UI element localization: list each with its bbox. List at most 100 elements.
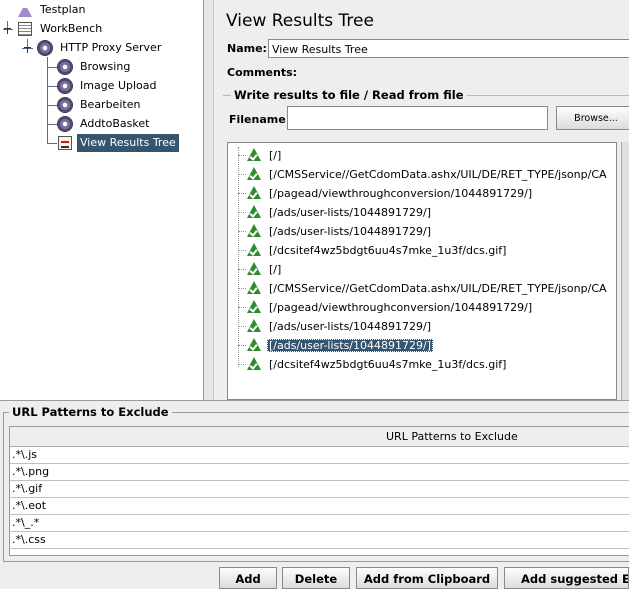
result-item[interactable]: [/] — [247, 146, 283, 164]
success-icon — [247, 262, 261, 276]
result-item[interactable]: [/pagead/viewthroughconversion/104489172… — [247, 184, 534, 202]
add-button[interactable]: Add — [219, 567, 277, 589]
tree-item-label: Image Upload — [80, 79, 157, 92]
expand-handle-icon[interactable] — [4, 25, 11, 34]
table-row[interactable]: .*\.gif — [10, 481, 629, 498]
tree-connector — [47, 86, 57, 87]
page-title: View Results Tree — [226, 11, 374, 31]
filename-field[interactable] — [287, 106, 548, 130]
gear-icon — [58, 79, 72, 93]
result-item[interactable]: [/dcsitef4wz5bdgt6uu4s7mke_1u3f/dcs.gif] — [247, 241, 508, 259]
result-item[interactable]: [/pagead/viewthroughconversion/104489172… — [247, 298, 534, 316]
browse-button[interactable]: Browse... — [556, 106, 629, 130]
success-icon — [247, 167, 261, 181]
success-icon — [247, 338, 261, 352]
tree-connector — [238, 147, 240, 367]
tree-connector — [47, 105, 57, 106]
table-row[interactable]: .*\.js — [10, 447, 629, 464]
expand-handle-icon[interactable] — [24, 44, 31, 53]
gear-icon — [38, 41, 52, 55]
tree-connector — [238, 212, 246, 214]
tree-connector — [238, 307, 246, 309]
gear-icon — [58, 117, 72, 131]
gear-icon — [58, 60, 72, 74]
table-row[interactable]: .*\.css — [10, 532, 629, 549]
exclude-group-title: URL Patterns to Exclude — [9, 405, 172, 419]
tree-item-label: Testplan — [40, 3, 86, 16]
tree-connector — [238, 326, 246, 328]
success-icon — [247, 205, 261, 219]
result-item[interactable]: [/ads/user-lists/1044891729/] — [247, 336, 433, 354]
result-item[interactable]: [/ads/user-lists/1044891729/] — [247, 203, 433, 221]
tree-item-label: View Results Tree — [77, 134, 179, 152]
tree-connector — [238, 193, 246, 195]
name-field[interactable]: View Results Tree — [268, 39, 629, 58]
result-label: [/pagead/viewthroughconversion/104489172… — [269, 300, 533, 314]
tree-connector — [238, 269, 246, 271]
tree-connector — [238, 250, 246, 252]
result-item[interactable]: [/dcsitef4wz5bdgt6uu4s7mke_1u3f/dcs.gif] — [247, 355, 508, 373]
result-item[interactable]: [/] — [247, 260, 283, 278]
exclude-table: URL Patterns to Exclude .*\.js .*\.png .*\… — [9, 426, 629, 556]
add-from-clipboard-button[interactable]: Add from Clipboard — [356, 567, 498, 589]
filename-label: Filename — [229, 113, 286, 126]
exclude-group: URL Patterns to Exclude URL Patterns to … — [3, 405, 629, 562]
delete-button[interactable]: Delete — [282, 567, 350, 589]
result-item[interactable]: [/ads/user-lists/1044891729/] — [247, 317, 433, 335]
result-label: [/dcsitef4wz5bdgt6uu4s7mke_1u3f/dcs.gif] — [269, 357, 507, 371]
comments-label: Comments: — [227, 66, 298, 79]
splitter-handle[interactable] — [204, 0, 214, 400]
table-row[interactable]: .*\_.* — [10, 515, 629, 532]
result-item[interactable]: [/CMSService//GetCdomData.ashx/UIL/DE/RE… — [247, 279, 609, 297]
tree-connector — [47, 67, 57, 68]
result-item[interactable]: [/ads/user-lists/1044891729/] — [247, 222, 433, 240]
result-item[interactable]: [/CMSService//GetCdomData.ashx/UIL/DE/RE… — [247, 165, 609, 183]
scrollbar[interactable] — [621, 142, 629, 400]
tree-item-label: AddtoBasket — [80, 117, 150, 130]
result-label: [/ads/user-lists/1044891729/] — [269, 319, 431, 333]
tree-item-addtobasket[interactable]: AddtoBasket — [58, 115, 152, 133]
tree-item-bearbeiten[interactable]: Bearbeiten — [58, 96, 143, 114]
view-results-icon — [58, 136, 72, 150]
tree-item-label: HTTP Proxy Server — [60, 41, 162, 54]
success-icon — [247, 357, 261, 371]
file-group: Write results to file / Read from file F… — [223, 88, 629, 136]
flask-icon — [18, 3, 32, 17]
tree-connector — [238, 231, 246, 233]
tree-connector — [238, 288, 246, 290]
tree-connector — [238, 364, 246, 366]
result-label: [/pagead/viewthroughconversion/104489172… — [269, 186, 533, 200]
tree-item-label: WorkBench — [40, 22, 103, 35]
tree-item-testplan[interactable]: Testplan — [18, 1, 88, 19]
table-body: .*\.js .*\.png .*\.gif .*\.eot .*\_.* .*\.css — [10, 447, 629, 549]
tree-item-browsing[interactable]: Browsing — [58, 58, 133, 76]
results-tree: [/] [/CMSService//GetCdomData.ashx/UIL/DE… — [227, 142, 617, 400]
tree-item-http-proxy-server[interactable]: HTTP Proxy Server — [38, 39, 164, 57]
exclude-section: URL Patterns to Exclude URL Patterns to … — [0, 400, 629, 584]
success-icon — [247, 224, 261, 238]
success-icon — [247, 148, 261, 162]
tree-item-label: Browsing — [80, 60, 131, 73]
name-label: Name: — [227, 42, 267, 55]
success-icon — [247, 243, 261, 257]
tree-connector — [47, 143, 57, 144]
table-row[interactable]: .*\.png — [10, 464, 629, 481]
file-group-title: Write results to file / Read from file — [231, 88, 467, 102]
view-results-tree-panel: View Results Tree Name: View Results Tre… — [214, 0, 629, 400]
tree-item-view-results-tree[interactable]: View Results Tree — [58, 134, 179, 152]
workbench-icon — [18, 22, 32, 36]
tree-item-image-upload[interactable]: Image Upload — [58, 77, 160, 95]
success-icon — [247, 300, 261, 314]
add-suggested-excludes-button[interactable]: Add suggested Exc — [504, 567, 629, 589]
table-row[interactable]: .*\.eot — [10, 498, 629, 515]
tree-connector — [238, 345, 246, 347]
tree-connector — [238, 155, 246, 157]
success-icon — [247, 319, 261, 333]
tree-item-label: Bearbeiten — [80, 98, 141, 111]
result-label: [/dcsitef4wz5bdgt6uu4s7mke_1u3f/dcs.gif] — [269, 243, 507, 257]
table-column-header[interactable]: URL Patterns to Exclude — [10, 427, 629, 447]
result-label: [/CMSService//GetCdomData.ashx/UIL/DE/RE… — [269, 281, 607, 295]
tree-item-workbench[interactable]: WorkBench — [18, 20, 105, 38]
tree-connector — [47, 124, 57, 125]
success-icon — [247, 281, 261, 295]
